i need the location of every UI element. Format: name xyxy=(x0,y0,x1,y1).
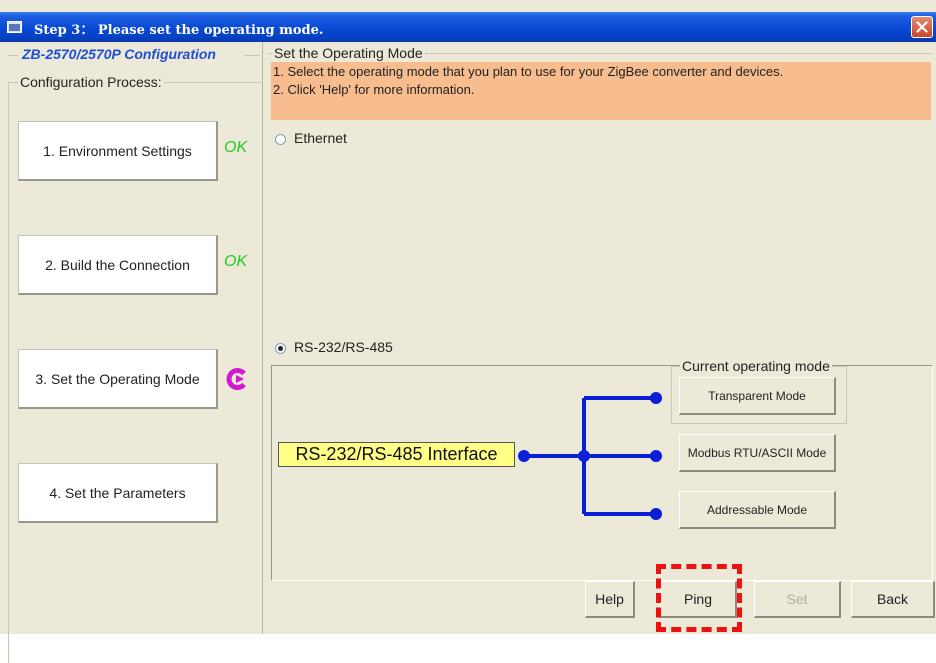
interface-node xyxy=(518,450,530,462)
step-1-ok-status: OK xyxy=(224,139,248,156)
process-label: Configuration Process: xyxy=(18,74,164,90)
modbus-mode-button[interactable]: Modbus RTU/ASCII Mode xyxy=(679,434,836,472)
close-icon xyxy=(916,21,928,33)
configuration-window: Step 3： Please set the operating mode. Z… xyxy=(0,0,936,663)
modbus-node xyxy=(650,450,662,462)
info-line-1: 1. Select the operating mode that you pl… xyxy=(273,64,784,79)
transparent-node xyxy=(650,392,662,404)
interface-label: RS-232/RS-485 Interface xyxy=(295,444,498,464)
step-label: 2. Build the Connection xyxy=(45,256,190,273)
left-panel: ZB-2570/2570P Configuration Configuratio… xyxy=(0,42,263,663)
set-button[interactable]: Set xyxy=(754,581,841,618)
current-step-arrow-icon xyxy=(226,368,246,390)
close-button[interactable] xyxy=(911,16,933,38)
step-label: 3. Set the Operating Mode xyxy=(35,370,200,387)
addressable-mode-button[interactable]: Addressable Mode xyxy=(679,491,836,529)
ethernet-radio[interactable] xyxy=(275,134,286,145)
rs232-rs485-radio-label[interactable]: RS-232/RS-485 xyxy=(294,339,393,355)
help-button[interactable]: Help xyxy=(585,581,635,618)
button-label: Back xyxy=(876,591,909,607)
button-label: Modbus RTU/ASCII Mode xyxy=(687,445,827,460)
divider xyxy=(244,55,260,56)
button-label: Addressable Mode xyxy=(706,502,808,517)
button-label: Transparent Mode xyxy=(708,388,806,403)
step-2-build-connection: 2. Build the Connection xyxy=(18,235,218,295)
step-4-set-parameters: 4. Set the Parameters xyxy=(18,463,218,523)
transparent-mode-button[interactable]: Transparent Mode xyxy=(679,377,836,415)
title-bar: Step 3： Please set the operating mode. xyxy=(0,12,936,42)
step-label: 1. Environment Settings xyxy=(43,142,192,159)
window-icon xyxy=(7,21,22,33)
window-title: Step 3： Please set the operating mode. xyxy=(34,23,324,38)
interface-label-box: RS-232/RS-485 Interface xyxy=(278,442,515,467)
step-1-environment-settings: 1. Environment Settings xyxy=(18,121,218,181)
step-label: 4. Set the Parameters xyxy=(49,484,186,501)
section-label: Set the Operating Mode xyxy=(272,45,425,61)
current-mode-label: Current operating mode xyxy=(680,358,832,374)
step-3-set-operating-mode: 3. Set the Operating Mode xyxy=(18,349,218,409)
divider xyxy=(8,55,18,56)
ethernet-radio-label[interactable]: Ethernet xyxy=(294,130,347,146)
product-title: ZB-2570/2570P Configuration xyxy=(20,46,218,62)
addressable-node xyxy=(650,508,662,520)
button-label: Help xyxy=(595,591,624,607)
junction-node xyxy=(578,450,590,462)
info-box: 1. Select the operating mode that you pl… xyxy=(271,62,931,120)
back-button[interactable]: Back xyxy=(851,581,935,618)
step-2-ok-status: OK xyxy=(224,253,248,270)
rs232-rs485-radio[interactable] xyxy=(275,343,286,354)
connection-diagram xyxy=(518,392,662,520)
button-label: Set xyxy=(786,591,808,607)
info-line-2: 2. Click 'Help' for more information. xyxy=(273,82,475,97)
ping-highlight-box xyxy=(656,564,742,632)
